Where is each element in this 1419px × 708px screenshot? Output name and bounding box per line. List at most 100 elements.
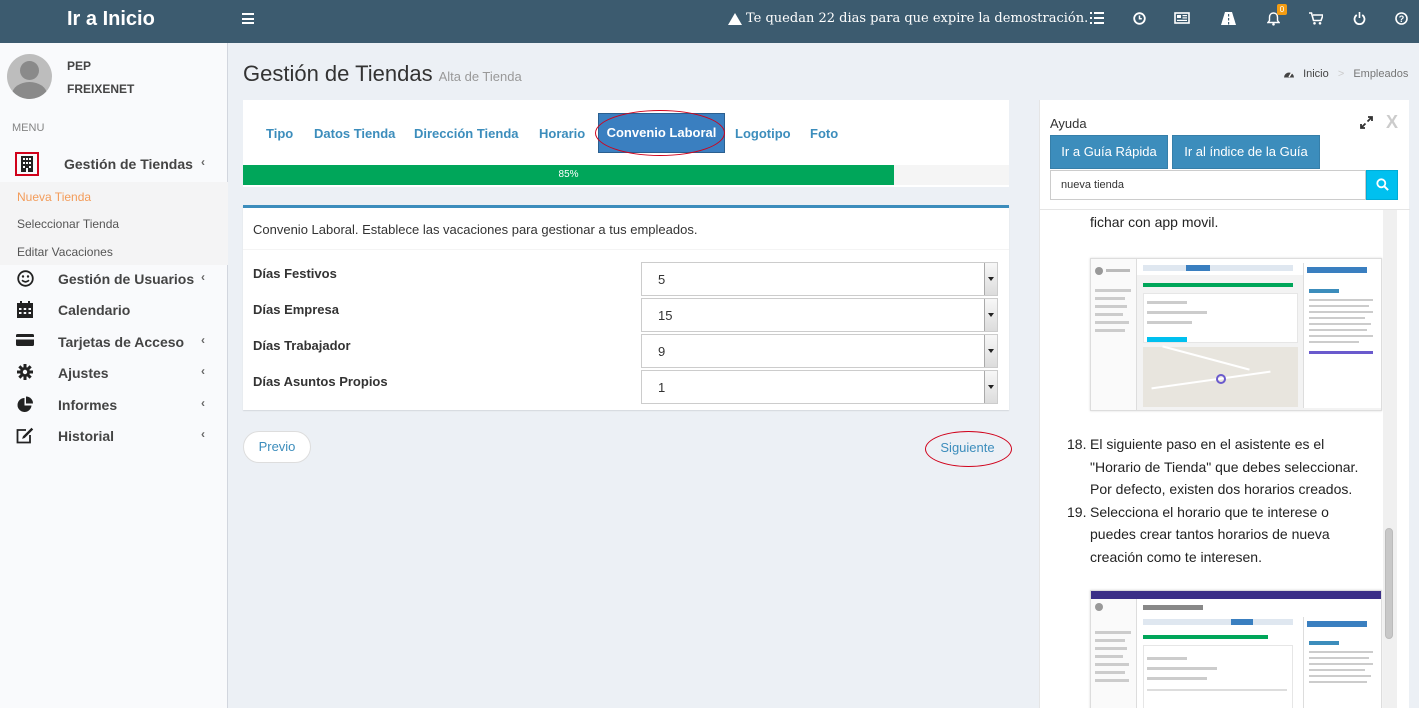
- sidebar: PEP FREIXENET MENU Gestión de Tiendas ‹ …: [0, 43, 228, 708]
- breadcrumb-home[interactable]: Inicio: [1303, 68, 1329, 80]
- help-screenshot-2: [1090, 590, 1382, 708]
- dropdown-arrow-icon[interactable]: [984, 299, 997, 331]
- tab-tipo[interactable]: Tipo: [266, 126, 293, 141]
- select-value: 15: [658, 308, 673, 323]
- sidebar-item-ajustes[interactable]: Ajustes ‹: [0, 358, 228, 389]
- breadcrumb-current: Empleados: [1353, 68, 1409, 80]
- step-line: Por defecto, existen dos horarios creado…: [1090, 481, 1353, 497]
- svg-text:?: ?: [1398, 14, 1404, 24]
- user-last-name: FREIXENET: [67, 82, 135, 96]
- page-title: Gestión de Tiendas Alta de Tienda: [243, 61, 522, 87]
- tab-datos-tienda[interactable]: Datos Tienda: [314, 126, 395, 141]
- select-value: 5: [658, 272, 666, 287]
- sidebar-item-label: Ajustes: [58, 365, 109, 381]
- field-dias-trabajador: Días Trabajador 9: [243, 334, 1009, 370]
- previo-button[interactable]: Previo: [243, 431, 311, 463]
- dias-asuntos-propios-select[interactable]: 1: [641, 370, 998, 404]
- sidebar-item-informes[interactable]: Informes ‹: [0, 390, 228, 421]
- credit-card-icon: [16, 333, 34, 351]
- power-icon[interactable]: [1351, 12, 1367, 28]
- cart-icon[interactable]: [1308, 12, 1325, 28]
- building-icon: [15, 152, 39, 176]
- tab-direccion-tienda[interactable]: Dirección Tienda: [414, 126, 519, 141]
- road-icon[interactable]: [1220, 12, 1236, 28]
- step-line: Selecciona el horario que te interese o: [1090, 504, 1329, 520]
- dropdown-arrow-icon[interactable]: [984, 371, 997, 403]
- demo-warning-text: Te quedan 22 dias para que expire la dem…: [746, 11, 1089, 26]
- chevron-left-icon: ‹: [201, 396, 205, 410]
- submenu-item-editar-vacaciones[interactable]: Editar Vacaciones: [17, 245, 113, 259]
- avatar: [7, 54, 52, 99]
- dias-empresa-select[interactable]: 15: [641, 298, 998, 332]
- dropdown-arrow-icon[interactable]: [984, 263, 997, 295]
- sidebar-item-label: Gestión de Usuarios: [58, 271, 195, 287]
- search-button[interactable]: [1366, 170, 1398, 200]
- help-title: Ayuda: [1050, 116, 1087, 131]
- warning-icon: [728, 12, 742, 25]
- list-icon[interactable]: [1089, 12, 1105, 28]
- help-text: fichar con app movil.: [1090, 214, 1219, 230]
- newspaper-icon[interactable]: [1174, 12, 1190, 28]
- pie-chart-icon: [16, 396, 34, 414]
- chevron-left-icon: ‹: [201, 427, 205, 441]
- siguiente-button[interactable]: Siguiente: [925, 440, 1010, 455]
- help-panel: Ayuda X Ir a Guía Rápida Ir al índice de…: [1039, 100, 1410, 708]
- sidebar-item-label: Tarjetas de Acceso: [58, 334, 185, 350]
- sidebar-item-gestion-usuarios[interactable]: Gestión de Usuarios ‹: [0, 264, 228, 295]
- expand-icon[interactable]: [1360, 116, 1373, 132]
- help-icon[interactable]: ?: [1393, 12, 1409, 28]
- sidebar-item-tarjetas-acceso[interactable]: Tarjetas de Acceso ‹: [0, 327, 228, 358]
- close-icon[interactable]: X: [1386, 112, 1398, 133]
- select-value: 1: [658, 380, 666, 395]
- tab-foto[interactable]: Foto: [810, 126, 838, 141]
- help-scrollbar-thumb[interactable]: [1385, 528, 1393, 639]
- submenu-item-nueva-tienda[interactable]: Nueva Tienda: [17, 190, 91, 204]
- edit-icon: [16, 427, 34, 445]
- field-label: Días Festivos: [253, 266, 337, 281]
- chevron-left-icon: ‹: [201, 270, 205, 284]
- notification-badge: 0: [1277, 4, 1287, 15]
- sidebar-item-label: Informes: [58, 397, 118, 413]
- sidebar-item-historial[interactable]: Historial ‹: [0, 421, 228, 452]
- user-first-name: PEP: [67, 59, 92, 73]
- field-label: Días Asuntos Propios: [253, 374, 388, 389]
- help-search-input[interactable]: nueva tienda: [1050, 170, 1366, 200]
- dropdown-arrow-icon[interactable]: [984, 335, 997, 367]
- top-navbar: Ir a Inicio Te quedan 22 dias para que e…: [0, 0, 1419, 43]
- sidebar-item-calendario[interactable]: Calendario: [0, 295, 228, 326]
- sidebar-item-label: Gestión de Tiendas: [64, 156, 193, 172]
- field-dias-asuntos-propios: Días Asuntos Propios 1: [243, 370, 1009, 406]
- guide-index-button[interactable]: Ir al índice de la Guía: [1172, 135, 1320, 169]
- step-line: El siguiente paso en el asistente es el: [1090, 436, 1325, 452]
- tab-logotipo[interactable]: Logotipo: [735, 126, 791, 141]
- field-dias-festivos: Días Festivos 5: [243, 262, 1009, 298]
- dias-trabajador-select[interactable]: 9: [641, 334, 998, 368]
- submenu-tiendas: Nueva Tienda Seleccionar Tienda Editar V…: [0, 182, 228, 265]
- step-number: 18.: [1067, 436, 1087, 452]
- form-description: Convenio Laboral. Establece las vacacion…: [253, 222, 698, 237]
- page-title-text: Gestión de Tiendas: [243, 61, 433, 86]
- tab-horario[interactable]: Horario: [539, 126, 585, 141]
- field-dias-empresa: Días Empresa 15: [243, 298, 1009, 334]
- sidebar-item-label: Historial: [58, 428, 115, 444]
- chevron-left-icon: ‹: [201, 333, 205, 347]
- select-value: 9: [658, 344, 666, 359]
- progress-bar: 85%: [243, 165, 1009, 185]
- sidebar-item-gestion-tiendas[interactable]: Gestión de Tiendas ‹: [0, 148, 228, 179]
- clock-icon[interactable]: [1131, 12, 1147, 28]
- dias-festivos-select[interactable]: 5: [641, 262, 998, 296]
- chevron-left-icon: ‹: [201, 155, 205, 169]
- search-icon: [1376, 178, 1389, 194]
- help-content: fichar con app movil. 18. El siguiente p…: [1040, 210, 1383, 708]
- home-link[interactable]: Ir a Inicio: [0, 0, 228, 43]
- help-screenshot-1: [1090, 258, 1382, 411]
- highlight-ellipse: [595, 110, 725, 156]
- submenu-item-seleccionar-tienda[interactable]: Seleccionar Tienda: [17, 217, 119, 231]
- calendar-icon: [16, 301, 34, 319]
- quick-guide-button[interactable]: Ir a Guía Rápida: [1050, 135, 1168, 169]
- menu-icon[interactable]: [242, 13, 254, 24]
- step-line: puedes crear tantos horarios de nueva: [1090, 526, 1330, 542]
- field-label: Días Empresa: [253, 302, 339, 317]
- menu-header: MENU: [12, 122, 45, 134]
- page-subtitle: Alta de Tienda: [438, 69, 522, 84]
